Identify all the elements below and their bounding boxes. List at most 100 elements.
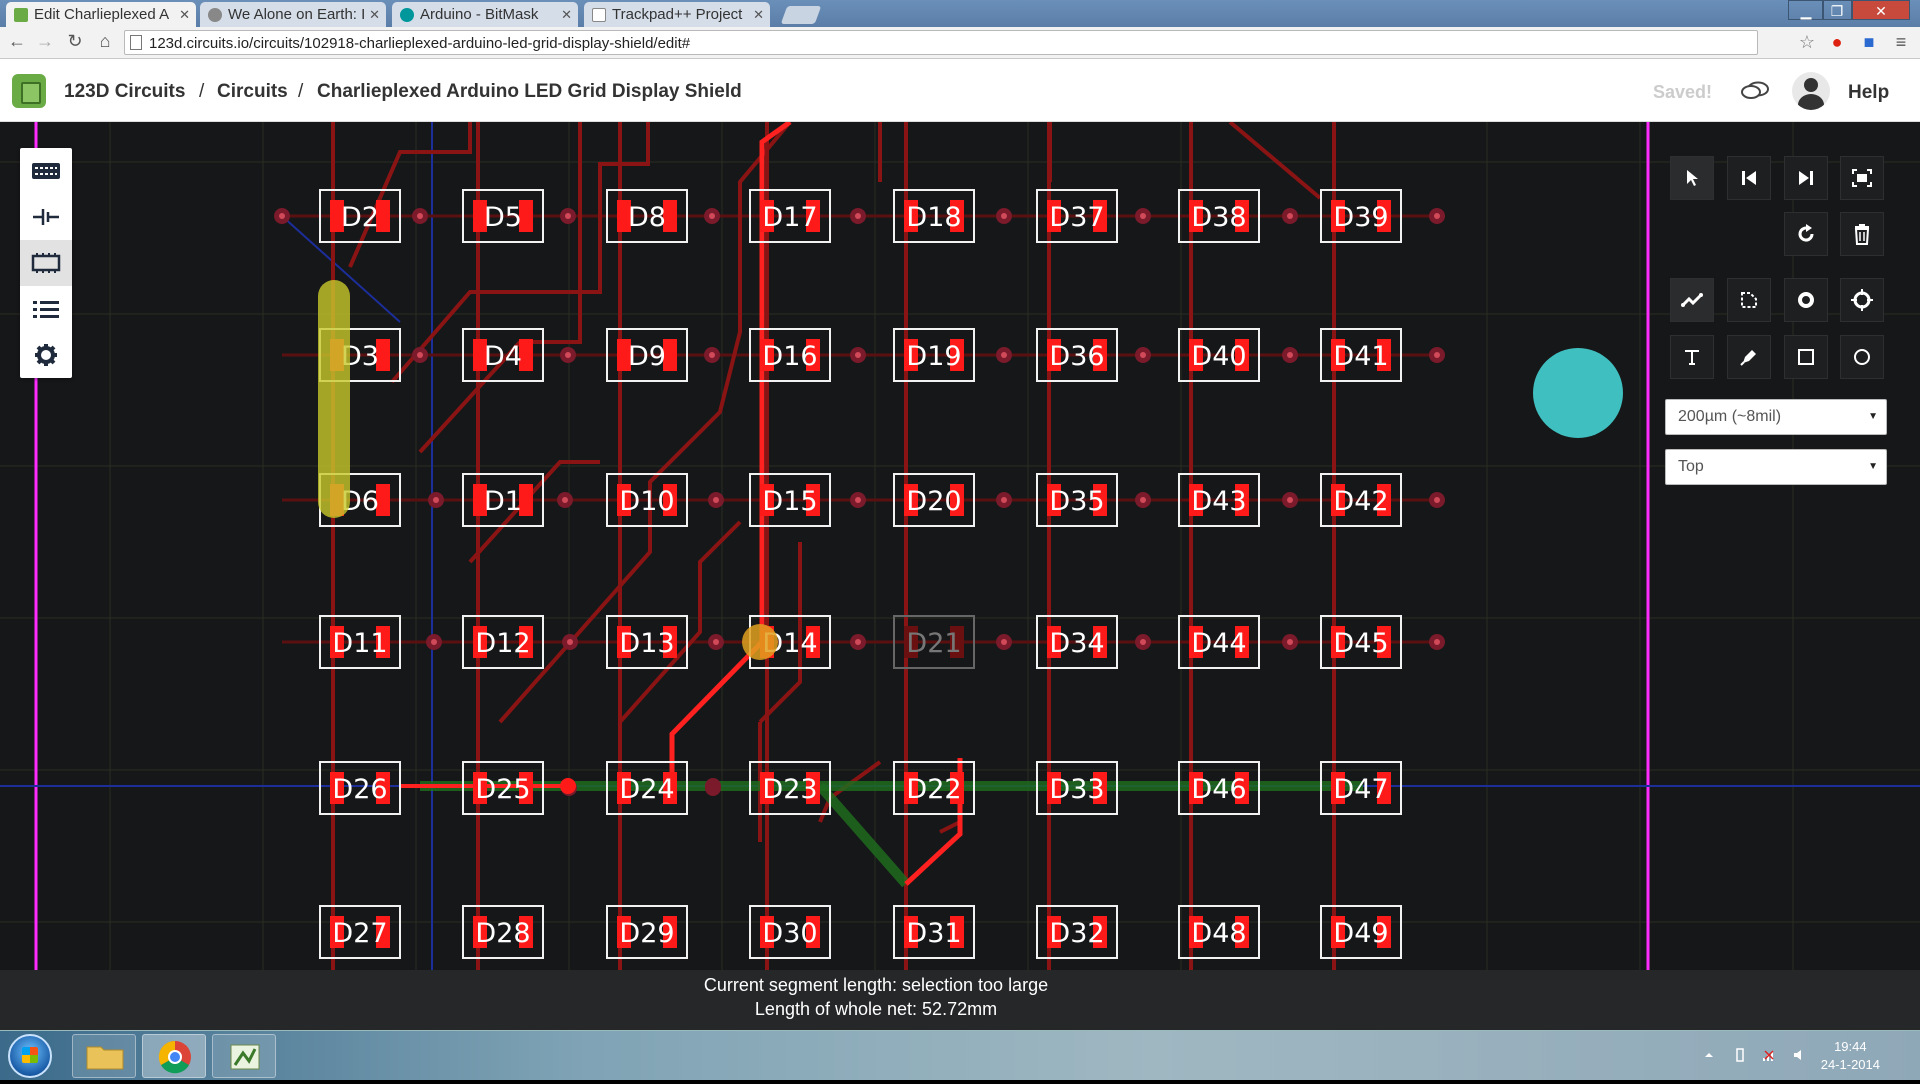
breadcrumb-separator: / <box>199 81 205 102</box>
led-label: D15 <box>762 486 817 517</box>
board-shape-button[interactable] <box>1727 278 1771 322</box>
arduino-favicon-icon <box>400 8 414 22</box>
routed-trace <box>348 122 472 268</box>
hole-tool-button[interactable] <box>1840 278 1884 322</box>
start-button[interactable] <box>8 1034 52 1078</box>
app-taskbar-button[interactable] <box>212 1034 276 1078</box>
browser-tab[interactable]: Trackpad++ Project ✕ <box>584 2 770 27</box>
select-tool-button[interactable] <box>1670 156 1714 200</box>
via-hole <box>1287 352 1293 358</box>
chrome-taskbar-button[interactable] <box>142 1034 206 1078</box>
route-trace-button[interactable] <box>1670 278 1714 322</box>
via-hole <box>1287 497 1293 503</box>
led-footprint[interactable]: D1 <box>462 473 544 527</box>
via-hole <box>713 497 719 503</box>
maximize-window-icon[interactable]: ❐ <box>1822 0 1852 20</box>
breadboard-view-button[interactable] <box>20 148 72 194</box>
led-label: D46 <box>1191 774 1246 805</box>
bookmark-star-icon[interactable]: ☆ <box>1796 32 1818 53</box>
chat-icon[interactable] <box>1740 81 1770 101</box>
breadcrumb-circuits[interactable]: Circuits <box>217 81 288 103</box>
extension-icon[interactable]: ■ <box>1858 32 1880 53</box>
via-hole <box>855 213 861 219</box>
selection-marker <box>742 624 778 660</box>
forward-icon[interactable]: → <box>34 31 56 52</box>
close-window-icon[interactable]: ✕ <box>1852 0 1910 20</box>
led-label: D35 <box>1049 486 1104 517</box>
address-bar[interactable]: 123d.circuits.io/circuits/102918-charlie… <box>124 30 1758 55</box>
reload-icon[interactable]: ↻ <box>64 31 86 52</box>
led-label: D13 <box>619 628 674 659</box>
crosshair-icon <box>1851 289 1873 311</box>
led-footprint[interactable]: D4 <box>462 328 544 382</box>
led-label: D23 <box>762 774 817 805</box>
via-hole <box>1434 639 1440 645</box>
pcb-view-button[interactable] <box>20 240 72 286</box>
chrome-icon <box>158 1040 191 1074</box>
battery-icon[interactable] <box>1733 1048 1747 1062</box>
via <box>560 778 576 794</box>
led-label: D12 <box>475 628 530 659</box>
browser-tab[interactable]: Arduino - BitMask ✕ <box>392 2 578 27</box>
trace-width-select[interactable]: 200µm (~8mil) ▼ <box>1665 399 1887 435</box>
circuits-logo-icon[interactable] <box>12 74 46 108</box>
led-label: D30 <box>762 918 817 949</box>
via-hole <box>565 213 571 219</box>
close-tab-icon[interactable]: ✕ <box>369 2 380 27</box>
led-label: D36 <box>1049 341 1104 372</box>
via-hole <box>709 213 715 219</box>
led-label: D20 <box>906 486 961 517</box>
back-icon[interactable]: ← <box>6 31 28 52</box>
routed-trace <box>418 122 582 454</box>
text-tool-button[interactable] <box>1670 335 1714 379</box>
new-tab-button[interactable] <box>780 6 822 24</box>
via-hole <box>431 639 437 645</box>
minimize-window-icon[interactable]: ▁ <box>1788 0 1824 20</box>
led-label: D43 <box>1191 486 1246 517</box>
rotate-button[interactable] <box>1784 212 1828 256</box>
explorer-taskbar-button[interactable] <box>72 1034 136 1078</box>
breadboard-icon <box>32 163 60 179</box>
led-footprint[interactable]: D12 <box>462 615 544 669</box>
draw-tool-button[interactable] <box>1727 335 1771 379</box>
step-back-button[interactable] <box>1727 156 1771 200</box>
close-tab-icon[interactable]: ✕ <box>179 2 190 27</box>
avatar[interactable] <box>1792 72 1830 110</box>
circle-tool-button[interactable] <box>1840 335 1884 379</box>
breadcrumb-home[interactable]: 123D Circuits <box>64 81 185 103</box>
via-hole <box>1001 352 1007 358</box>
via-tool-button[interactable] <box>1784 278 1828 322</box>
circle-icon <box>1854 349 1870 365</box>
help-link[interactable]: Help <box>1848 82 1889 104</box>
schematic-icon <box>33 209 59 225</box>
browser-tab[interactable]: We Alone on Earth: I ✕ <box>200 2 386 27</box>
delete-button[interactable] <box>1840 212 1884 256</box>
system-clock[interactable]: 19:44 24-1-2014 <box>1821 1038 1880 1074</box>
adblock-icon[interactable]: ● <box>1826 32 1848 53</box>
close-tab-icon[interactable]: ✕ <box>561 2 572 27</box>
led-footprint[interactable]: D28 <box>462 905 544 959</box>
component-list-button[interactable] <box>20 286 72 332</box>
settings-button[interactable] <box>20 332 72 378</box>
led-footprint[interactable]: D5 <box>462 189 544 243</box>
fit-view-button[interactable] <box>1840 156 1884 200</box>
cursor-indicator <box>1533 348 1623 438</box>
rectangle-tool-button[interactable] <box>1784 335 1828 379</box>
home-icon[interactable]: ⌂ <box>94 31 116 52</box>
led-footprint[interactable]: D30 <box>749 905 831 959</box>
pcb-board[interactable]: D2 D5 D8 D17 D18 D37 D38 D39D3 D4 D9 D16 D19 D36 D40 D… <box>0 122 1920 970</box>
menu-icon[interactable]: ≡ <box>1890 32 1912 53</box>
show-hidden-icons-icon[interactable] <box>1702 1048 1716 1062</box>
led-label: D47 <box>1333 774 1388 805</box>
pcb-canvas[interactable]: D2 D5 D8 D17 D18 D37 D38 D39 D3 D4 D9 D16 D19 D36 D40 D… <box>0 122 1920 970</box>
led-label: D17 <box>762 202 817 233</box>
step-forward-button[interactable] <box>1784 156 1828 200</box>
layer-select[interactable]: Top ▼ <box>1665 449 1887 485</box>
network-icon[interactable] <box>1762 1048 1776 1062</box>
schematic-view-button[interactable] <box>20 194 72 240</box>
pcb-icon <box>31 253 61 273</box>
volume-icon[interactable] <box>1792 1048 1806 1062</box>
browser-tab[interactable]: Edit Charlieplexed A ✕ <box>6 2 196 27</box>
close-tab-icon[interactable]: ✕ <box>753 2 764 27</box>
via-hole <box>565 352 571 358</box>
